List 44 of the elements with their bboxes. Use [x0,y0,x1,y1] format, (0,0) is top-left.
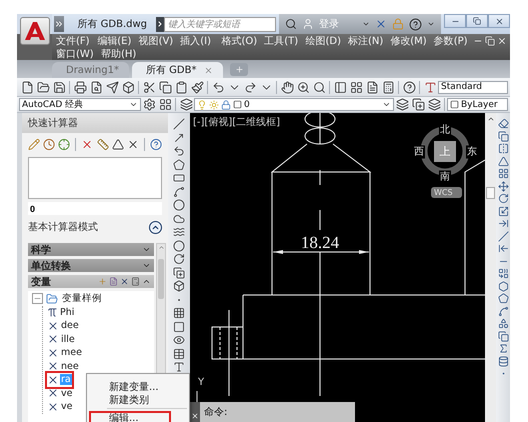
compass-label[interactable]: 东 [466,146,478,158]
panel-title: 快速计算器 [22,113,168,133]
section-header[interactable]: 科学 [28,243,154,256]
dimension-text: 18.24 [300,233,340,252]
menu-item[interactable]: 帮助(H) [99,46,141,60]
menu-item[interactable]: 文件(F) [54,34,92,48]
menu-item[interactable]: 视图(V) [136,34,176,48]
menu-item[interactable]: 窗口(W) [54,46,96,60]
compass-label[interactable]: 北 [439,124,451,136]
color-dropdown[interactable]: ByLayer [447,98,508,111]
compass-label[interactable]: 西 [413,146,425,158]
menu-item[interactable]: 参数(P) [432,34,470,48]
viewport-label[interactable]: [-][俯视][二维线框] [193,115,280,129]
tree-item[interactable]: mee [47,346,83,360]
menu-item[interactable]: 编辑(E) [95,34,134,48]
window-title: 所有 GDB.dwg [77,18,147,31]
tree-item[interactable]: ille [47,332,76,346]
search-field[interactable]: 键入关键字或短语 [164,16,276,32]
menu-item[interactable]: 修改(M) [388,34,429,48]
tree-item[interactable]: ve [47,400,74,414]
text-style-dropdown[interactable]: Standard [438,80,508,94]
menu-item[interactable]: 格式(O) [220,34,260,48]
tree-item[interactable]: Phi [47,306,76,319]
menu-item[interactable]: 新建类别 [89,393,171,406]
tree-item[interactable]: dee [47,319,80,332]
layer-dropdown[interactable]: 0 [194,98,394,111]
command-prompt: 命令: [204,406,228,419]
compass-label[interactable]: 南 [439,170,451,184]
tree-item[interactable]: nee [47,360,80,373]
menu-item[interactable]: 新建变量... [89,380,171,393]
mode-label: 基本计算器模式 [28,220,98,234]
menu-item[interactable]: 绘图(D) [303,34,343,48]
menu-item[interactable]: 标注(N) [346,34,386,48]
tree-item[interactable]: ve [47,386,74,400]
menu-item[interactable]: 插入(I) [178,34,216,48]
menu-item[interactable]: 工具(T) [262,34,300,48]
menu-item[interactable]: 编辑... [89,411,171,422]
workspace-dropdown[interactable]: AutoCAD 经典 [19,98,141,111]
section-header[interactable]: 变量 [28,275,154,288]
tree-item[interactable]: 变量样例 [61,292,103,306]
document-tab[interactable]: 所有 GDB* [132,62,224,78]
ucs-axis-label: Y [198,377,204,388]
input-field[interactable]: 0 [28,202,162,215]
section-header[interactable]: 单位转换 [28,259,154,272]
